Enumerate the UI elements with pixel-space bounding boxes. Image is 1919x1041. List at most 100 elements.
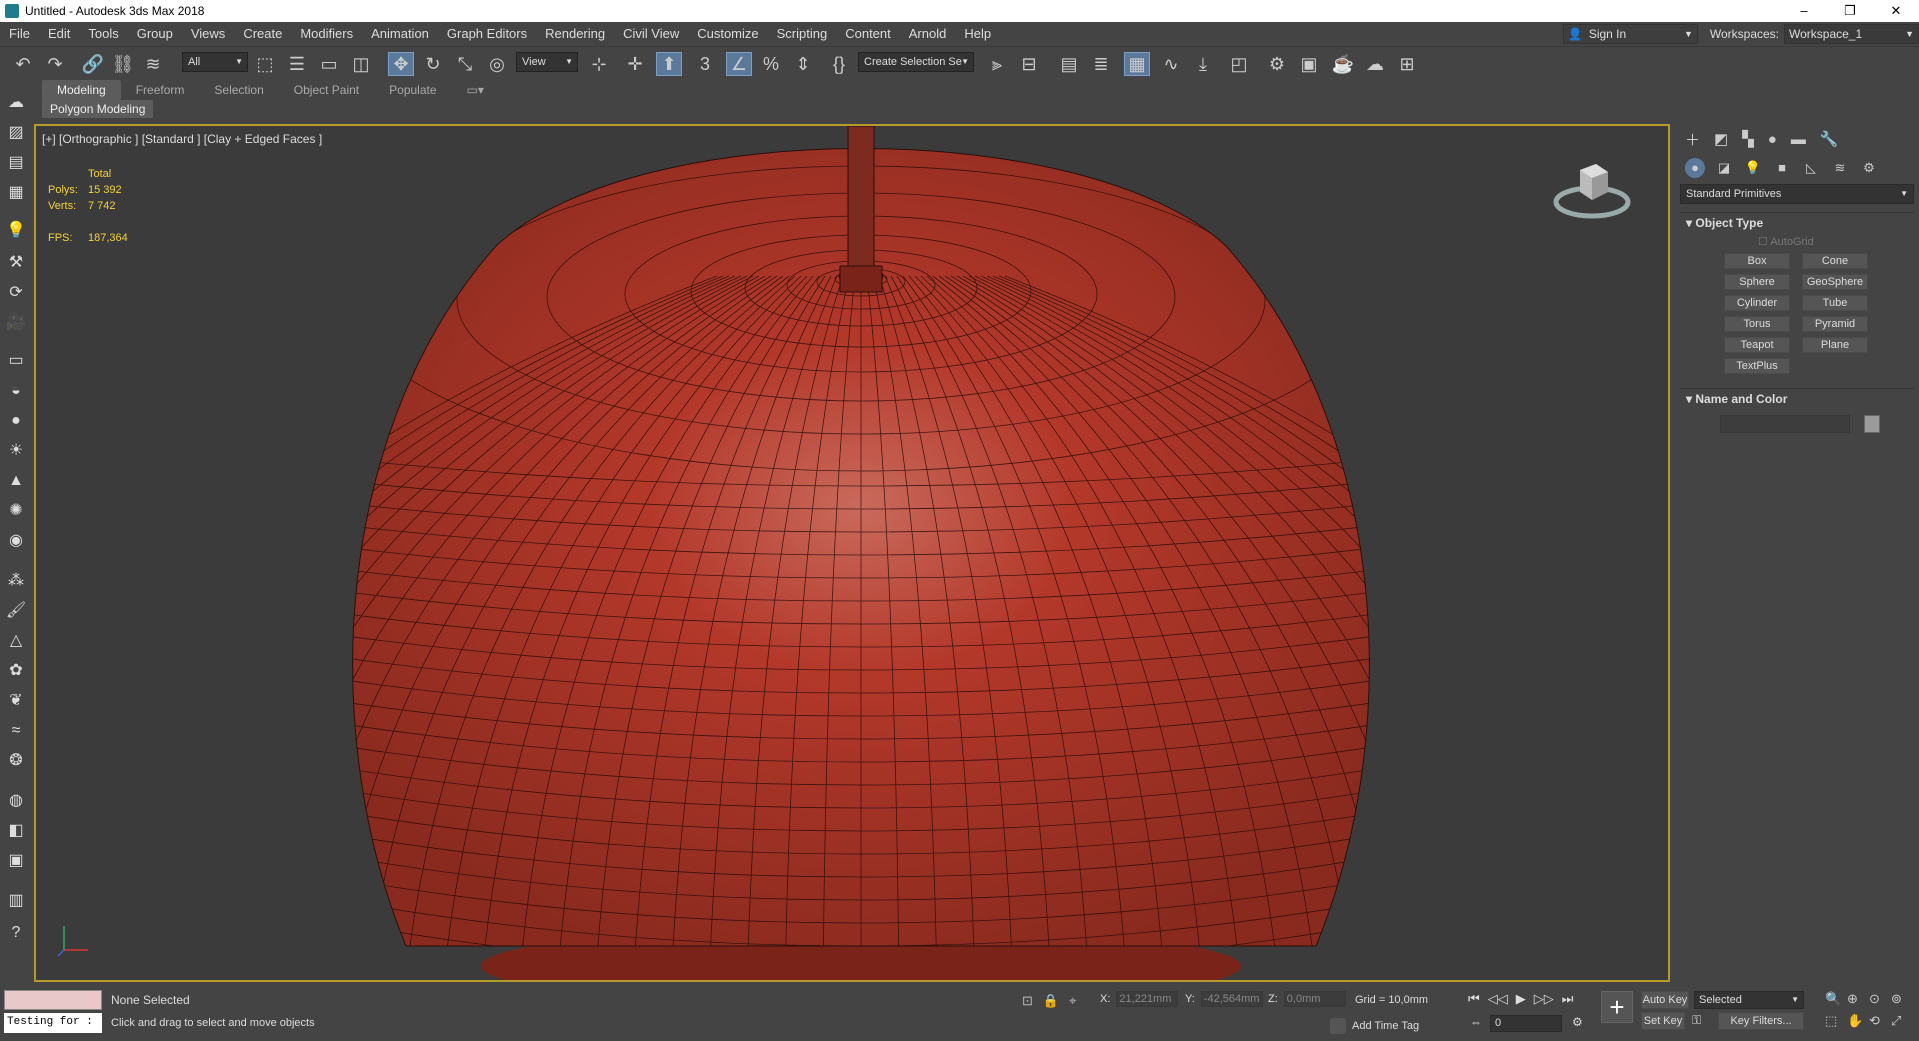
x-field[interactable]: 21,221mm	[1116, 991, 1179, 1007]
create-tab-icon[interactable]: ＋	[1685, 129, 1700, 150]
hierarchy-tab-icon[interactable]: ▚	[1742, 130, 1754, 148]
menu-animation[interactable]: Animation	[362, 22, 438, 46]
helpers-icon[interactable]: ◺	[1801, 158, 1821, 178]
helper-icon[interactable]: ⚒	[5, 252, 27, 274]
viewport-label[interactable]: [+] [Orthographic ] [Standard ] [Clay + …	[42, 132, 322, 146]
bind-space-warp-icon[interactable]: ≋	[140, 52, 166, 76]
maximize-button[interactable]: ❐	[1827, 0, 1873, 22]
maximize-viewport-icon[interactable]: ⤢	[1891, 1013, 1913, 1029]
material-icon[interactable]: ◧	[5, 820, 27, 842]
paint-icon[interactable]: 🖌	[5, 600, 27, 622]
box-primitive-icon[interactable]: ▭	[5, 350, 27, 372]
previous-frame-icon[interactable]: ◁◁	[1488, 991, 1508, 1007]
object-color-swatch[interactable]	[1864, 415, 1880, 433]
object-type-header[interactable]: ▾ Object Type	[1680, 213, 1914, 233]
menu-file[interactable]: File	[0, 22, 39, 46]
ribbon-options-icon[interactable]: ▭▾	[452, 80, 499, 100]
cameras-icon[interactable]: ■	[1772, 158, 1792, 178]
object-name-field[interactable]	[1720, 415, 1850, 433]
menu-scripting[interactable]: Scripting	[768, 22, 837, 46]
rotate-icon[interactable]: ↻	[420, 52, 446, 76]
tab-object-paint[interactable]: Object Paint	[279, 80, 374, 100]
viewcube-icon[interactable]	[1552, 156, 1632, 226]
globe-icon[interactable]: ◉	[5, 530, 27, 552]
scene-explorer-icon[interactable]: ▤	[1056, 52, 1082, 76]
textplus-button[interactable]: TextPlus	[1724, 358, 1790, 374]
cone-button[interactable]: Cone	[1802, 253, 1868, 269]
modify-tab-icon[interactable]: ◩	[1714, 130, 1728, 148]
time-configuration-icon[interactable]: ⚙	[1572, 1015, 1583, 1029]
cone-icon[interactable]: ▲	[5, 470, 27, 492]
tab-selection[interactable]: Selection	[199, 80, 278, 100]
menu-tools[interactable]: Tools	[79, 22, 127, 46]
particles-icon[interactable]: ⁂	[5, 570, 27, 592]
geosphere-button[interactable]: GeoSphere	[1802, 274, 1868, 290]
absolute-mode-icon[interactable]: ⌖	[1069, 993, 1076, 1009]
media-icon[interactable]: ▦	[5, 182, 27, 204]
render-production-icon[interactable]: ☕	[1330, 52, 1356, 76]
add-time-tag[interactable]: Add Time Tag	[1330, 1018, 1419, 1034]
current-frame-field[interactable]: 0	[1490, 1015, 1562, 1032]
go-to-start-icon[interactable]: ⏮	[1468, 991, 1480, 1007]
spinner-snap-icon[interactable]: ⇕	[790, 52, 816, 76]
snaps-toggle-icon[interactable]: 3	[692, 52, 718, 76]
cylinder-button[interactable]: Cylinder	[1724, 295, 1790, 311]
pivot-center-icon[interactable]: ⊹	[586, 52, 612, 76]
menu-modifiers[interactable]: Modifiers	[291, 22, 362, 46]
viewport-orthographic[interactable]: [+] [Orthographic ] [Standard ] [Clay + …	[34, 124, 1670, 982]
scale-icon[interactable]: ⤡	[452, 52, 478, 76]
time-config-icon[interactable]: ⇔	[1470, 1015, 1482, 1029]
redo-icon[interactable]: ↷	[42, 52, 68, 76]
key-mode-toggle-icon[interactable]: ⚿	[1692, 1013, 1701, 1028]
link-icon[interactable]: 🔗	[80, 52, 106, 76]
select-manipulate-icon[interactable]: ✛	[622, 52, 648, 76]
menu-edit[interactable]: Edit	[39, 22, 79, 46]
set-key-button[interactable]: Set Key	[1641, 1012, 1685, 1030]
angle-snap-icon[interactable]: ∠	[726, 52, 752, 76]
menu-arnold[interactable]: Arnold	[900, 22, 956, 46]
systems-icon[interactable]: ⚙	[1859, 158, 1879, 178]
polygon-modeling-panel[interactable]: Polygon Modeling	[42, 100, 154, 118]
select-by-name-icon[interactable]: ☰	[284, 52, 310, 76]
motion-tab-icon[interactable]: ●	[1768, 131, 1777, 148]
menu-civil-view[interactable]: Civil View	[614, 22, 688, 46]
asset-icon[interactable]: ▨	[5, 122, 27, 144]
sun-icon[interactable]: ☀	[5, 440, 27, 462]
next-frame-icon[interactable]: ▷▷	[1534, 991, 1554, 1007]
tab-modeling[interactable]: Modeling	[42, 80, 121, 100]
sphere-button[interactable]: Sphere	[1724, 274, 1790, 290]
mirror-icon[interactable]: ⫸	[984, 52, 1010, 76]
layer-explorer-icon[interactable]: ≣	[1088, 52, 1114, 76]
menu-rendering[interactable]: Rendering	[536, 22, 614, 46]
pyramid-button[interactable]: Pyramid	[1802, 316, 1868, 332]
go-to-end-icon[interactable]: ⏭	[1562, 991, 1574, 1007]
fur-icon[interactable]: ❂	[5, 750, 27, 772]
schematic-view-icon[interactable]: ⤓	[1190, 52, 1216, 76]
minimize-button[interactable]: –	[1781, 0, 1827, 22]
pan-icon[interactable]: ✋	[1847, 1013, 1869, 1029]
sign-in-dropdown[interactable]: 👤 Sign In ▼	[1562, 24, 1698, 44]
pyramid-icon[interactable]: △	[5, 630, 27, 652]
tab-freeform[interactable]: Freeform	[121, 80, 200, 100]
camera-icon[interactable]: 🎥	[5, 312, 27, 334]
menu-customize[interactable]: Customize	[688, 22, 767, 46]
render-iterative-icon[interactable]: ☁	[1362, 52, 1388, 76]
sphere-icon[interactable]: ●	[5, 410, 27, 432]
curve-editor-icon[interactable]: ∿	[1158, 52, 1184, 76]
lights-icon[interactable]: 💡	[1743, 158, 1763, 178]
display-tab-icon[interactable]: ▬	[1791, 131, 1806, 148]
tab-populate[interactable]: Populate	[374, 80, 451, 100]
dome-icon[interactable]: ◒	[5, 380, 27, 402]
window-crossing-icon[interactable]: ◫	[348, 52, 374, 76]
layer-icon[interactable]: ▤	[5, 152, 27, 174]
menu-help[interactable]: Help	[955, 22, 1000, 46]
name-color-header[interactable]: ▾ Name and Color	[1680, 389, 1914, 409]
maxscript-listener-mini[interactable]	[4, 990, 102, 1010]
rect-selection-icon[interactable]: ▭	[316, 52, 342, 76]
hf-icon[interactable]: ≈	[5, 720, 27, 742]
torus-button[interactable]: Torus	[1724, 316, 1790, 332]
named-selection-dropdown[interactable]: Create Selection Se ▼	[858, 52, 974, 72]
menu-group[interactable]: Group	[128, 22, 182, 46]
hair-icon[interactable]: ✿	[5, 660, 27, 682]
environment-icon[interactable]: ◍	[5, 790, 27, 812]
